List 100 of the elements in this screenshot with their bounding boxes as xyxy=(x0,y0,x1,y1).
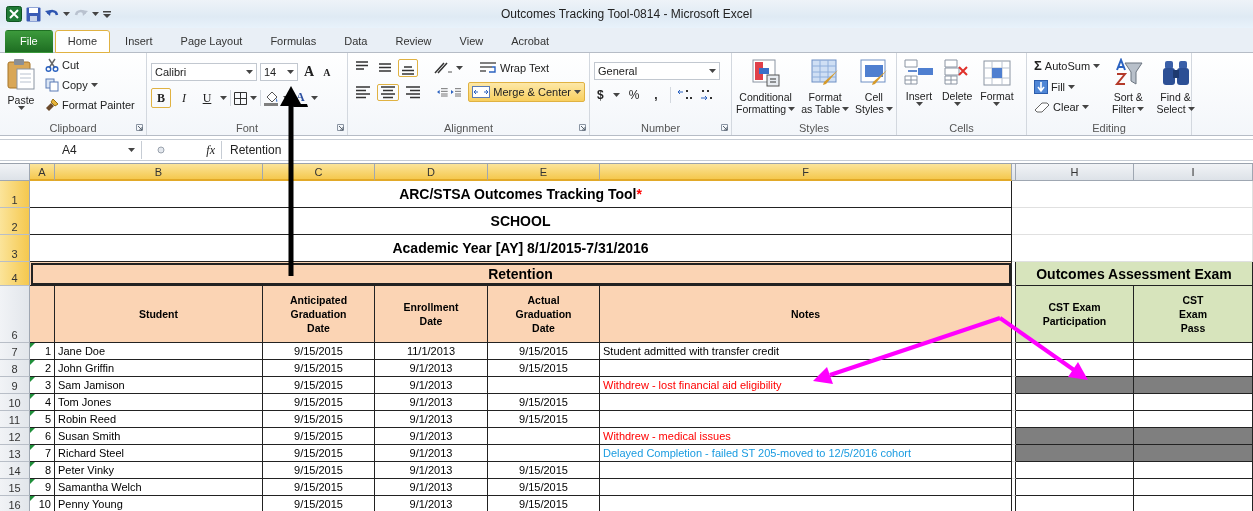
vertical-align-button[interactable] xyxy=(398,59,418,77)
fill-color-icon[interactable] xyxy=(264,90,280,106)
table-cell: 9/15/2015 xyxy=(488,479,600,496)
percent-button[interactable]: % xyxy=(625,86,643,104)
row-header[interactable]: 2 xyxy=(0,208,30,235)
column-header[interactable]: D xyxy=(375,164,488,181)
column-header[interactable]: A xyxy=(30,164,55,181)
save-icon[interactable] xyxy=(26,6,41,22)
error-indicator-icon[interactable] xyxy=(30,343,35,348)
copy-button[interactable]: Copy xyxy=(42,76,138,94)
wrap-text-button[interactable]: Wrap Text xyxy=(476,59,553,77)
column-header[interactable]: E xyxy=(488,164,600,181)
merge-center-button[interactable]: Merge & Center xyxy=(468,82,585,102)
table-cell: 6 xyxy=(30,428,55,445)
clear-button[interactable]: Clear xyxy=(1031,99,1104,115)
file-tab[interactable]: File xyxy=(5,30,53,53)
row-header[interactable]: 16 xyxy=(0,496,30,511)
ribbon-tab[interactable]: Data xyxy=(331,30,381,53)
row-header[interactable]: 12 xyxy=(0,428,30,445)
number-format-field[interactable]: General xyxy=(594,62,720,80)
find-select-button[interactable]: Find & Select xyxy=(1153,56,1198,120)
delete-button[interactable]: Delete xyxy=(939,56,976,120)
sort-filter-button[interactable]: Sort & Filter xyxy=(1109,56,1148,120)
column-header[interactable]: B xyxy=(55,164,263,181)
row-header[interactable]: 6 xyxy=(0,286,30,343)
customize-icon[interactable] xyxy=(103,9,111,19)
ribbon-tab[interactable]: View xyxy=(446,30,497,53)
table-cell: 9/15/2015 xyxy=(263,360,375,377)
dialog-launcher-icon[interactable] xyxy=(579,124,586,131)
increase-decimal-icon[interactable] xyxy=(676,88,693,102)
formula-field[interactable]: Retention xyxy=(222,143,282,157)
caret-icon xyxy=(92,12,99,16)
table-cell: Jane Doe xyxy=(55,343,263,360)
error-indicator-icon[interactable] xyxy=(30,360,35,365)
insert-function-button[interactable]: fx xyxy=(206,142,215,158)
decrease-decimal-icon[interactable] xyxy=(698,88,715,102)
expand-handle-icon[interactable] xyxy=(156,143,167,157)
ribbon-tab[interactable]: Review xyxy=(382,30,445,53)
borders-icon[interactable] xyxy=(234,91,247,105)
table-cell: 9/1/2013 xyxy=(375,479,488,496)
horizontal-align-button[interactable] xyxy=(377,83,399,101)
column-header[interactable]: C xyxy=(263,164,375,181)
grow-font-button[interactable]: A xyxy=(301,62,318,82)
row-header[interactable]: 9 xyxy=(0,377,30,394)
font-size-field[interactable]: 14 xyxy=(260,63,298,81)
format-as-table-button[interactable]: Format as Table xyxy=(798,56,853,120)
error-indicator-icon[interactable] xyxy=(30,479,35,484)
paste-button[interactable]: Paste xyxy=(4,56,38,120)
cut-button[interactable]: Cut xyxy=(42,56,138,74)
conditional-formatting-button[interactable]: Conditional Formatting xyxy=(733,56,799,120)
column-header[interactable]: I xyxy=(1134,164,1253,181)
ribbon-tab[interactable]: Home xyxy=(54,30,111,53)
fill-button[interactable]: Fill xyxy=(1031,78,1104,96)
cell-styles-button[interactable]: Cell Styles xyxy=(852,56,896,120)
excel-logo-icon[interactable] xyxy=(6,6,22,22)
table-cell: 9/15/2015 xyxy=(263,445,375,462)
row-header[interactable]: 14 xyxy=(0,462,30,479)
name-box[interactable]: A4 xyxy=(0,141,142,159)
error-indicator-icon[interactable] xyxy=(30,428,35,433)
group-label: Styles xyxy=(799,121,829,134)
section-heading[interactable]: Retention xyxy=(30,262,1012,286)
autosum-button[interactable]: Σ AutoSum xyxy=(1031,56,1104,75)
ribbon-tab[interactable]: Page Layout xyxy=(167,30,256,53)
font-name-field[interactable]: Calibri xyxy=(151,63,257,81)
dialog-launcher-icon[interactable] xyxy=(721,124,728,131)
shrink-font-button[interactable]: A xyxy=(320,64,334,80)
italic-button[interactable]: I xyxy=(174,88,194,108)
row-header[interactable]: 3 xyxy=(0,235,30,262)
row-header[interactable]: 4 xyxy=(0,262,30,286)
column-header[interactable]: H xyxy=(1016,164,1134,181)
format-painter-button[interactable]: Format Painter xyxy=(42,96,138,114)
decrease-indent-icon[interactable] xyxy=(437,85,448,99)
row-header[interactable]: 7 xyxy=(0,343,30,360)
column-header[interactable]: F xyxy=(600,164,1012,181)
row-header[interactable]: 10 xyxy=(0,394,30,411)
dialog-launcher-icon[interactable] xyxy=(337,124,344,131)
section-heading[interactable]: Outcomes Assessment Exam xyxy=(1016,262,1253,286)
ribbon-tab[interactable]: Acrobat xyxy=(498,30,563,53)
row-header[interactable]: 15 xyxy=(0,479,30,496)
increase-indent-icon[interactable] xyxy=(450,85,462,99)
error-indicator-icon[interactable] xyxy=(30,462,35,467)
orientation-icon[interactable] xyxy=(433,61,453,75)
dialog-launcher-icon[interactable] xyxy=(136,124,143,131)
underline-button[interactable]: U xyxy=(197,88,217,108)
ribbon-tab[interactable]: Insert xyxy=(112,30,166,53)
row-header[interactable]: 13 xyxy=(0,445,30,462)
bold-button[interactable]: B xyxy=(151,88,171,108)
error-indicator-icon[interactable] xyxy=(30,394,35,399)
row-header[interactable]: 1 xyxy=(0,181,30,208)
error-indicator-icon[interactable] xyxy=(30,411,35,416)
error-indicator-icon[interactable] xyxy=(30,496,35,501)
ribbon-tab[interactable]: Formulas xyxy=(257,30,330,53)
row-header[interactable]: 8 xyxy=(0,360,30,377)
insert-button[interactable]: Insert xyxy=(901,56,937,120)
row-header[interactable]: 11 xyxy=(0,411,30,428)
currency-button[interactable]: $ xyxy=(594,86,607,104)
error-indicator-icon[interactable] xyxy=(30,377,35,382)
format-button[interactable]: Format xyxy=(977,56,1017,120)
comma-button[interactable]: , xyxy=(648,87,664,103)
error-indicator-icon[interactable] xyxy=(30,445,35,450)
